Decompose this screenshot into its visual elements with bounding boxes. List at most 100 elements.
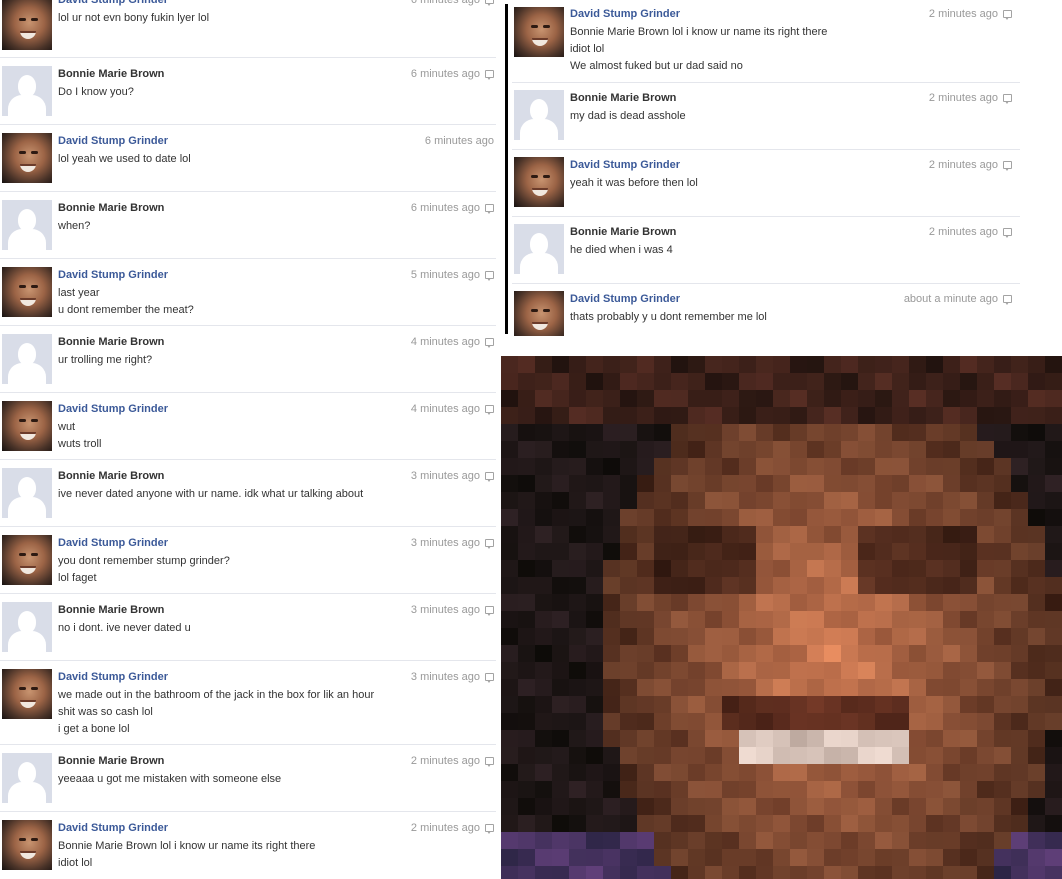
reply-icon[interactable] [485,606,494,616]
commenter-name[interactable]: David Stump Grinder [58,269,168,281]
commenter-name[interactable]: Bonnie Marie Brown [58,470,164,482]
comment-timestamp[interactable]: 3 minutes ago [411,537,480,549]
profile-photo-avatar[interactable] [2,267,52,317]
reply-icon[interactable] [485,472,494,482]
comment-timestamp[interactable]: 2 minutes ago [411,755,480,767]
commenter-name[interactable]: David Stump Grinder [58,0,168,6]
default-avatar-silhouette[interactable] [2,753,52,803]
commenter-name[interactable]: David Stump Grinder [58,671,168,683]
commenter-name[interactable]: David Stump Grinder [570,8,680,20]
commenter-name[interactable]: Bonnie Marie Brown [58,755,164,767]
reply-icon[interactable] [485,0,494,6]
mosaic-pixel [654,543,671,560]
comment-timestamp[interactable]: 5 minutes ago [411,269,480,281]
profile-photo-avatar[interactable] [2,0,52,50]
commenter-name[interactable]: Bonnie Marie Brown [58,604,164,616]
commenter-name[interactable]: David Stump Grinder [570,159,680,171]
reply-icon[interactable] [485,338,494,348]
reply-icon[interactable] [485,271,494,281]
commenter-name[interactable]: David Stump Grinder [58,537,168,549]
mosaic-pixel [552,390,569,407]
mosaic-pixel [790,458,807,475]
comment-timestamp[interactable]: 3 minutes ago [411,470,480,482]
reply-icon[interactable] [1003,228,1012,238]
default-avatar-silhouette[interactable] [2,468,52,518]
mosaic-pixel [518,577,535,594]
comment-timestamp[interactable]: 6 minutes ago [411,0,480,6]
comment-timestamp[interactable]: 6 minutes ago [411,68,480,80]
comment-text: lol faget [58,572,97,584]
mosaic-pixel [841,424,858,441]
profile-photo-avatar[interactable] [514,291,564,336]
comment-timestamp[interactable]: 3 minutes ago [411,671,480,683]
commenter-name[interactable]: Bonnie Marie Brown [570,92,676,104]
mosaic-pixel [603,441,620,458]
reply-icon[interactable] [1003,10,1012,20]
comment-timestamp[interactable]: 3 minutes ago [411,604,480,616]
reply-icon[interactable] [485,405,494,415]
mosaic-pixel [841,356,858,373]
reply-icon[interactable] [485,204,494,214]
mosaic-pixel [858,373,875,390]
profile-photo-avatar[interactable] [2,669,52,719]
mosaic-pixel [637,577,654,594]
mosaic-pixel [620,781,637,798]
default-avatar-silhouette[interactable] [2,66,52,116]
mosaic-pixel [620,458,637,475]
mosaic-pixel [637,560,654,577]
comment-timestamp[interactable]: 2 minutes ago [929,8,998,20]
reply-icon[interactable] [1003,161,1012,171]
default-avatar-silhouette[interactable] [2,200,52,250]
commenter-name[interactable]: David Stump Grinder [58,822,168,834]
comment-timestamp[interactable]: 4 minutes ago [411,403,480,415]
default-avatar-silhouette[interactable] [2,334,52,384]
avatar-face-detail [20,432,36,440]
reply-icon[interactable] [485,757,494,767]
avatar-face-detail [543,25,550,28]
comment-timestamp[interactable]: about a minute ago [904,293,998,305]
commenter-name[interactable]: David Stump Grinder [570,293,680,305]
comment-timestamp[interactable]: 2 minutes ago [929,92,998,104]
comment-timestamp[interactable]: 2 minutes ago [929,226,998,238]
mosaic-pixel [1045,441,1062,458]
mosaic-pixel [841,458,858,475]
default-avatar-silhouette[interactable] [514,224,564,274]
mosaic-pixel [739,611,756,628]
commenter-name[interactable]: Bonnie Marie Brown [570,226,676,238]
reply-icon[interactable] [485,539,494,549]
commenter-name[interactable]: Bonnie Marie Brown [58,68,164,80]
profile-photo-avatar[interactable] [514,7,564,57]
reply-icon[interactable] [1003,295,1012,305]
commenter-name[interactable]: David Stump Grinder [58,403,168,415]
profile-photo-avatar[interactable] [2,535,52,585]
mosaic-pixel [926,713,943,730]
profile-photo-avatar[interactable] [2,401,52,451]
comment-timestamp[interactable]: 6 minutes ago [425,135,494,147]
comment-timestamp[interactable]: 2 minutes ago [411,822,480,834]
commenter-name[interactable]: Bonnie Marie Brown [58,202,164,214]
profile-photo-avatar[interactable] [2,820,52,870]
reply-icon[interactable] [485,673,494,683]
reply-icon[interactable] [485,70,494,80]
commenter-name[interactable]: David Stump Grinder [58,135,168,147]
mosaic-pixel [722,798,739,815]
mosaic-pixel [722,628,739,645]
mosaic-pixel [671,747,688,764]
comment-timestamp[interactable]: 6 minutes ago [411,202,480,214]
reply-icon[interactable] [485,824,494,834]
mosaic-pixel [518,645,535,662]
profile-photo-avatar[interactable] [514,157,564,207]
comment-text: lol ur not evn bony fukin lyer lol [58,12,210,24]
comment-timestamp[interactable]: 2 minutes ago [929,159,998,171]
mosaic-pixel [705,866,722,879]
mosaic-pixel [858,798,875,815]
commenter-name[interactable]: Bonnie Marie Brown [58,336,164,348]
comment-timestamp[interactable]: 4 minutes ago [411,336,480,348]
mosaic-pixel [722,509,739,526]
profile-photo-avatar[interactable] [2,133,52,183]
mosaic-pixel [518,781,535,798]
default-avatar-silhouette[interactable] [2,602,52,652]
mosaic-pixel [586,526,603,543]
reply-icon[interactable] [1003,94,1012,104]
default-avatar-silhouette[interactable] [514,90,564,140]
